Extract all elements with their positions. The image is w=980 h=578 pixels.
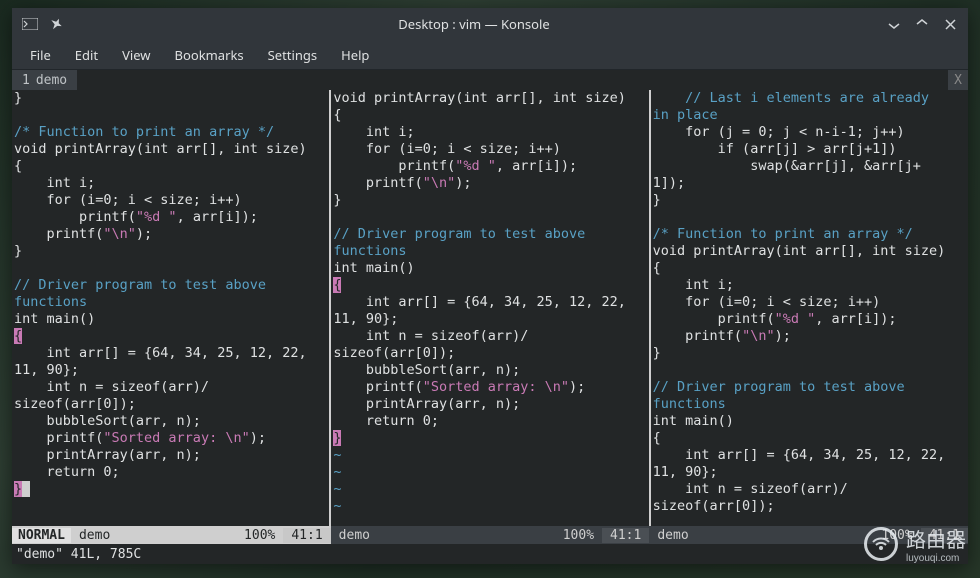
menu-settings[interactable]: Settings bbox=[258, 42, 327, 68]
tab-name: demo bbox=[36, 73, 67, 88]
tab-index: 1 bbox=[22, 73, 30, 88]
menu-help[interactable]: Help bbox=[331, 42, 379, 68]
menu-edit[interactable]: Edit bbox=[65, 42, 108, 68]
close-button[interactable] bbox=[938, 12, 962, 36]
watermark-sub: luyouqi.com bbox=[906, 553, 966, 564]
titlebar[interactable]: Desktop : vim — Konsole bbox=[12, 8, 968, 40]
tabbar: 1 demo X bbox=[12, 70, 968, 90]
menubar: File Edit View Bookmarks Settings Help bbox=[12, 40, 968, 70]
vim-pane-2[interactable]: void printArray(int arr[], int size) { i… bbox=[331, 90, 648, 526]
vim-pane-1[interactable]: } /* Function to print an array */ void … bbox=[12, 90, 329, 526]
vim-message-line: "demo" 41L, 785C bbox=[12, 544, 968, 564]
statusline-pane-2: demo100%41:1 bbox=[331, 526, 650, 544]
menu-view[interactable]: View bbox=[112, 42, 160, 68]
menu-file[interactable]: File bbox=[20, 42, 61, 68]
statusline-pane-1: NORMALdemo100%41:1 bbox=[12, 526, 331, 544]
vim-statusline-row: NORMALdemo100%41:1 demo100%41:1 demo100%… bbox=[12, 526, 968, 544]
konsole-window: Desktop : vim — Konsole File Edit View B… bbox=[12, 8, 968, 564]
watermark-main: 路由器 bbox=[906, 530, 966, 552]
router-icon bbox=[864, 527, 898, 561]
watermark: 路由器 luyouqi.com bbox=[864, 524, 966, 564]
vim-pane-3[interactable]: // Last i elements are already in place … bbox=[651, 90, 968, 526]
pin-icon[interactable] bbox=[46, 14, 66, 34]
menu-bookmarks[interactable]: Bookmarks bbox=[165, 42, 254, 68]
terminal-icon bbox=[20, 14, 40, 34]
tab-close-button[interactable]: X bbox=[948, 70, 968, 90]
terminal-area[interactable]: } /* Function to print an array */ void … bbox=[12, 90, 968, 526]
tab-demo[interactable]: 1 demo bbox=[12, 70, 77, 90]
minimize-button[interactable] bbox=[882, 12, 906, 36]
maximize-button[interactable] bbox=[910, 12, 934, 36]
window-title: Desktop : vim — Konsole bbox=[66, 15, 882, 33]
